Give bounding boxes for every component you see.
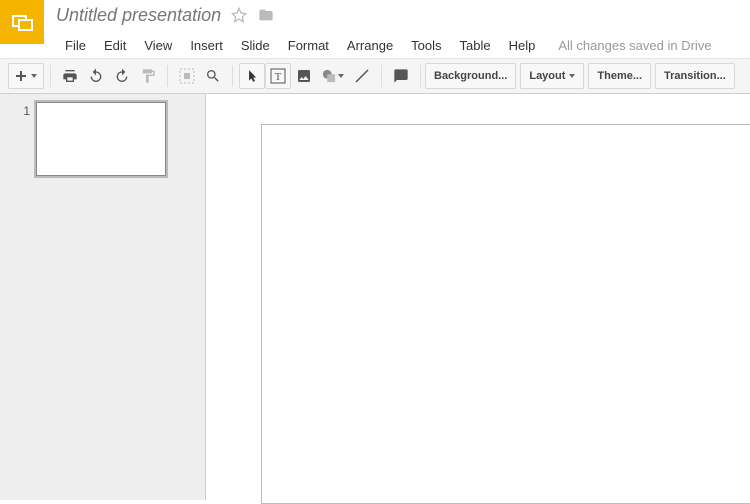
image-button[interactable] <box>291 63 317 89</box>
undo-icon <box>88 68 104 84</box>
background-label: Background... <box>434 70 507 82</box>
theme-label: Theme... <box>597 70 642 82</box>
workspace: 1 <box>0 94 750 500</box>
svg-text:T: T <box>275 71 282 83</box>
chevron-down-icon <box>569 74 575 78</box>
print-button[interactable] <box>57 63 83 89</box>
separator <box>50 65 51 87</box>
star-icon[interactable] <box>231 7 247 23</box>
header: Untitled presentation File Edit View Ins… <box>0 0 750 58</box>
textbox-button[interactable]: T <box>265 63 291 89</box>
background-button[interactable]: Background... <box>425 63 516 89</box>
app-logo[interactable] <box>0 0 44 44</box>
textbox-icon: T <box>270 68 286 84</box>
menu-view[interactable]: View <box>135 34 181 57</box>
line-icon <box>354 68 370 84</box>
chevron-down-icon <box>338 74 344 78</box>
separator <box>420 65 421 87</box>
menu-file[interactable]: File <box>56 34 95 57</box>
select-tool-button[interactable] <box>239 63 265 89</box>
layout-button[interactable]: Layout <box>520 63 584 89</box>
comment-icon <box>393 68 409 84</box>
separator <box>232 65 233 87</box>
zoom-button[interactable] <box>200 63 226 89</box>
canvas-area[interactable] <box>206 94 750 500</box>
zoom-icon <box>205 68 221 84</box>
layout-label: Layout <box>529 70 565 82</box>
slide-canvas[interactable] <box>261 124 750 504</box>
paint-format-button[interactable] <box>135 63 161 89</box>
undo-button[interactable] <box>83 63 109 89</box>
shape-icon <box>322 69 336 83</box>
menu-bar: File Edit View Insert Slide Format Arran… <box>56 32 750 58</box>
theme-button[interactable]: Theme... <box>588 63 651 89</box>
comment-button[interactable] <box>388 63 414 89</box>
menu-help[interactable]: Help <box>500 34 545 57</box>
shape-button[interactable] <box>317 63 349 89</box>
menu-edit[interactable]: Edit <box>95 34 135 57</box>
menu-arrange[interactable]: Arrange <box>338 34 402 57</box>
image-icon <box>296 68 312 84</box>
redo-icon <box>114 68 130 84</box>
paint-roller-icon <box>140 68 156 84</box>
title-row: Untitled presentation <box>56 2 750 28</box>
zoom-fit-button[interactable] <box>174 63 200 89</box>
fit-icon <box>179 68 195 84</box>
menu-format[interactable]: Format <box>279 34 338 57</box>
menu-tools[interactable]: Tools <box>402 34 450 57</box>
line-button[interactable] <box>349 63 375 89</box>
thumbnail-item[interactable]: 1 <box>0 100 205 182</box>
new-slide-button[interactable] <box>8 63 44 89</box>
redo-button[interactable] <box>109 63 135 89</box>
thumbnail-slide[interactable] <box>36 102 166 176</box>
transition-button[interactable]: Transition... <box>655 63 735 89</box>
chevron-down-icon <box>31 74 37 78</box>
menu-insert[interactable]: Insert <box>181 34 232 57</box>
folder-icon[interactable] <box>257 7 275 23</box>
menu-table[interactable]: Table <box>451 34 500 57</box>
separator <box>167 65 168 87</box>
slides-icon <box>10 10 34 34</box>
transition-label: Transition... <box>664 70 726 82</box>
doc-title[interactable]: Untitled presentation <box>56 5 221 26</box>
save-status: All changes saved in Drive <box>544 38 711 53</box>
toolbar: T Background... Layout Theme... Transiti… <box>0 58 750 94</box>
title-area: Untitled presentation File Edit View Ins… <box>44 0 750 58</box>
plus-icon <box>15 70 27 82</box>
print-icon <box>62 68 78 84</box>
thumbnail-number: 1 <box>18 102 36 118</box>
cursor-icon <box>245 69 259 83</box>
separator <box>381 65 382 87</box>
thumbnail-panel[interactable]: 1 <box>0 94 206 500</box>
menu-slide[interactable]: Slide <box>232 34 279 57</box>
